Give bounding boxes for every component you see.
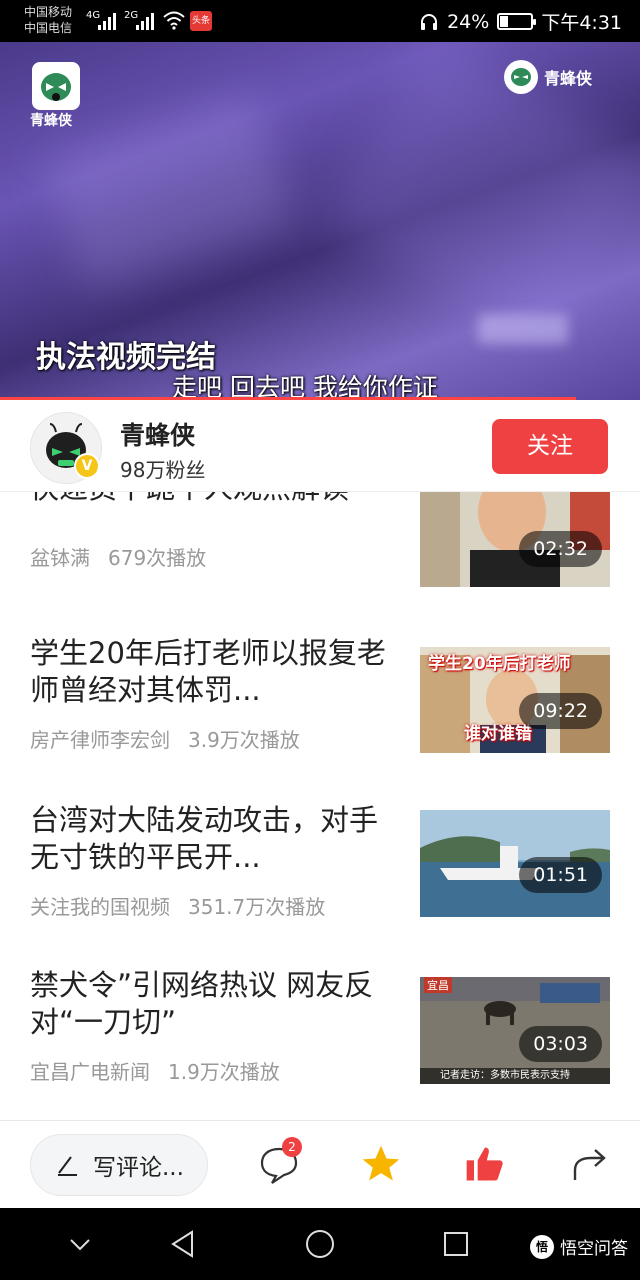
video-source: 宜昌广电新闻 <box>30 1060 150 1084</box>
comment-placeholder: 写评论... <box>93 1155 184 1181</box>
battery-fill <box>500 16 508 27</box>
signal-bars-1-icon <box>98 12 116 30</box>
video-source: 关注我的国视频 <box>30 895 170 919</box>
video-frame-blur <box>43 91 297 293</box>
wukong-logo-icon: 悟 <box>530 1234 554 1259</box>
video-duration: 09:22 <box>519 693 602 729</box>
video-player[interactable]: 青蜂侠 青蜂侠 执法视频完结 走吧 回去吧 我给你作证 <box>0 42 640 400</box>
list-item[interactable]: 快递员下跪个人观点解读 盆钵满 679次播放 02:32 <box>0 492 640 604</box>
toutiao-notification-icon: 头条 <box>190 11 212 31</box>
share-button[interactable] <box>566 1141 612 1187</box>
share-icon <box>573 1149 606 1180</box>
system-nav-bar: 悟 悟空问答 <box>0 1208 640 1280</box>
comment-count-badge: 2 <box>282 1137 302 1157</box>
video-plays: 679次播放 <box>108 546 207 570</box>
video-caption-subtitle: 走吧 回去吧 我给你作证 <box>172 373 438 400</box>
headphones-icon <box>421 13 438 30</box>
video-frame-light <box>478 314 568 344</box>
video-frame-blur <box>322 42 640 353</box>
thumbnail-text: 谁对谁错 <box>464 724 532 744</box>
status-right: 24% 下午4:31 <box>419 8 622 35</box>
carrier-2: 中国电信 <box>24 21 73 35</box>
video-meta: 盆钵满 679次播放 <box>30 542 206 571</box>
video-source: 盆钵满 <box>30 546 90 570</box>
video-title[interactable]: 禁犬令”引网络热议 网友反对“一刀切” <box>30 967 390 1041</box>
pencil-icon <box>58 1156 77 1176</box>
video-thumbnail[interactable]: 02:32 <box>420 492 610 587</box>
list-item[interactable]: 禁犬令”引网络热议 网友反对“一刀切” 宜昌广电新闻 1.9万次播放 宜昌 记者走… <box>0 967 640 1101</box>
nav-home-button[interactable] <box>302 1226 338 1262</box>
recents-square-icon <box>444 1232 468 1256</box>
channel-logo-icon <box>32 62 80 110</box>
brand-name: 悟空问答 <box>560 1239 628 1259</box>
favorite-button[interactable] <box>358 1141 404 1187</box>
author-name[interactable]: 青蜂侠 <box>120 416 195 452</box>
battery-icon <box>497 13 537 30</box>
verified-badge: V <box>74 453 100 479</box>
thumbs-up-icon <box>466 1147 503 1181</box>
video-plays: 1.9万次播放 <box>168 1060 280 1084</box>
thumbnail-text: 学生20年后打老师 <box>428 654 571 674</box>
video-duration: 02:32 <box>519 531 602 567</box>
video-source: 房产律师李宏剑 <box>30 728 170 752</box>
video-meta: 关注我的国视频 351.7万次播放 <box>30 891 325 920</box>
home-circle-icon <box>306 1230 334 1258</box>
nav-recents-button[interactable] <box>438 1226 474 1262</box>
follow-button[interactable]: 关注 <box>492 419 608 474</box>
list-item[interactable]: 学生20年后打老师以报复老师曾经对其体罚... 房产律师李宏剑 3.9万次播放 学… <box>0 635 640 769</box>
video-duration: 01:51 <box>519 857 602 893</box>
nav-back-button[interactable] <box>165 1226 201 1262</box>
related-video-list: 快递员下跪个人观点解读 盆钵满 679次播放 02:32 学生20年后打老师以报复… <box>0 492 640 1120</box>
carrier-info: 中国移动 中国电信 <box>24 4 72 36</box>
video-thumbnail[interactable]: 学生20年后打老师 谁对谁错 09:22 <box>420 647 610 753</box>
author-fans: 98万粉丝 <box>120 458 206 482</box>
video-thumbnail[interactable]: 01:51 <box>420 810 610 917</box>
wifi-icon <box>163 11 185 30</box>
video-thumbnail[interactable]: 宜昌 记者走访：多数市民表示支持 03:03 <box>420 977 610 1084</box>
video-title[interactable]: 学生20年后打老师以报复老师曾经对其体罚... <box>30 635 390 709</box>
author-bar: V 青蜂侠 98万粉丝 关注 <box>0 400 640 492</box>
channel-logo-label: 青蜂侠 <box>30 113 72 129</box>
watermark-logo-icon <box>503 60 538 94</box>
comment-button[interactable]: 2 <box>256 1137 302 1187</box>
like-button[interactable] <box>462 1141 508 1187</box>
action-bar: 写评论... 2 <box>0 1120 640 1208</box>
thumbnail-text: 宜昌 <box>424 977 452 993</box>
watermark: 青蜂侠 <box>503 60 592 94</box>
brand-watermark: 悟 悟空问答 <box>530 1234 628 1259</box>
carrier-1: 中国移动 <box>24 5 73 19</box>
signal-bars-2-icon <box>136 12 154 30</box>
battery-percent: 24% <box>447 10 490 33</box>
video-title[interactable]: 台湾对大陆发动攻击，对手无寸铁的平民开... <box>30 802 390 876</box>
video-duration: 03:03 <box>519 1026 602 1062</box>
nav-collapse-button[interactable] <box>62 1226 98 1262</box>
status-bar: 中国移动 中国电信 4G 2G 头条 24% 下午4:31 <box>0 0 640 42</box>
star-icon <box>362 1145 400 1181</box>
video-meta: 房产律师李宏剑 3.9万次播放 <box>30 724 300 753</box>
video-meta: 宜昌广电新闻 1.9万次播放 <box>30 1056 280 1085</box>
chevron-down-icon <box>70 1239 90 1251</box>
video-title[interactable]: 快递员下跪个人观点解读 <box>30 492 390 507</box>
comment-input[interactable]: 写评论... <box>30 1134 208 1196</box>
clock: 下午4:31 <box>541 12 622 34</box>
back-triangle-icon <box>171 1230 193 1258</box>
list-item[interactable]: 台湾对大陆发动攻击，对手无寸铁的平民开... 关注我的国视频 351.7万次播放 … <box>0 802 640 936</box>
watermark-text: 青蜂侠 <box>543 69 592 88</box>
thumbnail-text: 记者走访：多数市民表示支持 <box>420 1068 610 1084</box>
video-plays: 3.9万次播放 <box>188 728 300 752</box>
video-plays: 351.7万次播放 <box>188 895 326 919</box>
